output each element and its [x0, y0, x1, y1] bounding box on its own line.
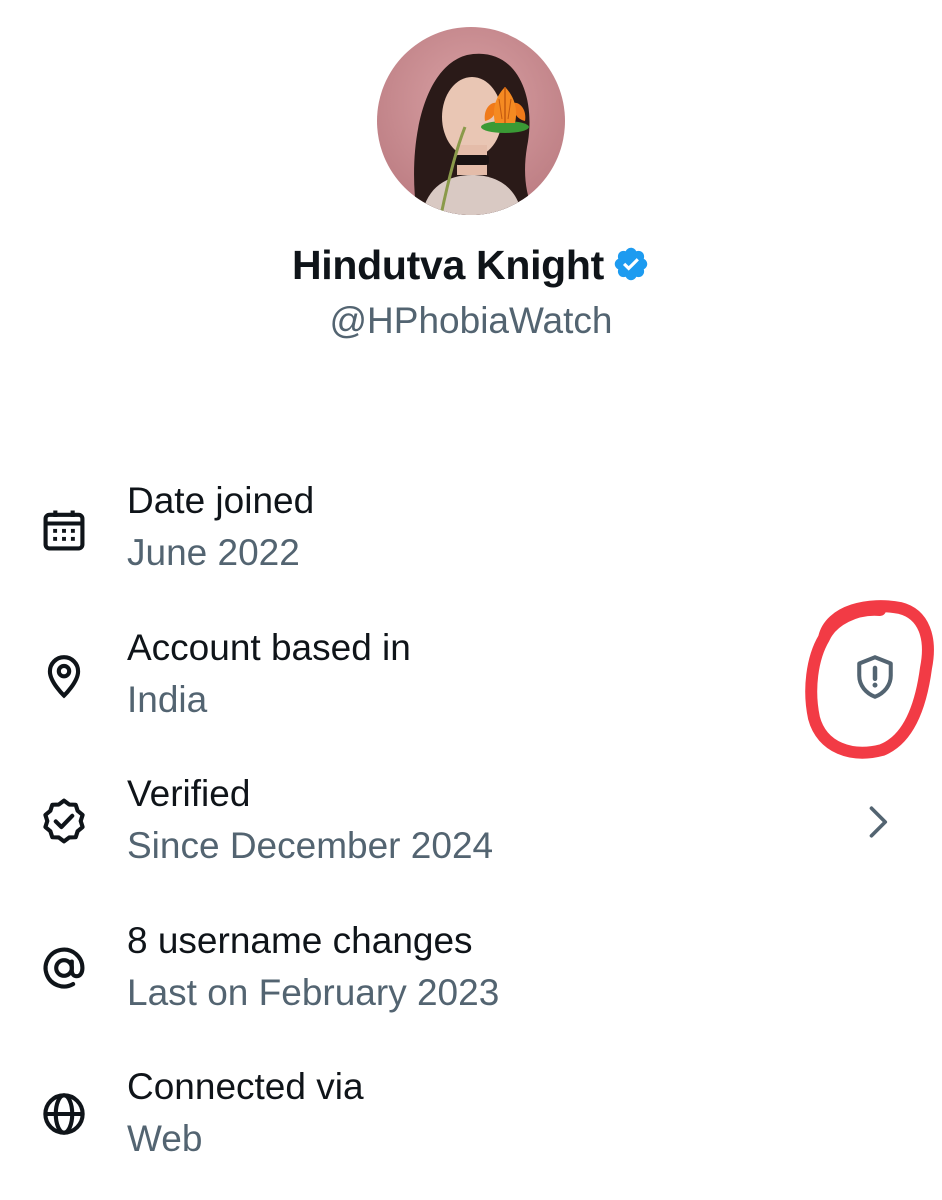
location-pin-icon — [38, 649, 90, 701]
globe-icon — [38, 1088, 90, 1140]
chevron-right-icon[interactable] — [855, 800, 899, 844]
row-title: Date joined — [127, 480, 315, 521]
verified-badge-outline-icon — [38, 795, 90, 847]
calendar-icon — [38, 504, 90, 556]
display-name: Hindutva Knight — [291, 242, 605, 288]
row-value: India — [127, 679, 208, 720]
row-value: Last on February 2023 — [127, 972, 500, 1013]
profile-handle: @HPhobiaWatch — [329, 300, 613, 341]
row-title: 8 username changes — [127, 920, 473, 961]
row-title: Verified — [127, 773, 251, 814]
row-value: Since December 2024 — [127, 825, 494, 866]
profile-name-row: Hindutva Knight — [0, 242, 942, 298]
verified-badge-icon[interactable] — [612, 245, 650, 283]
at-sign-icon — [38, 942, 90, 994]
about-row-connected-via: Connected via Web — [0, 1066, 942, 1176]
row-title: Connected via — [127, 1066, 364, 1107]
shield-alert-icon[interactable] — [848, 650, 902, 704]
about-row-username-changes: 8 username changes Last on February 2023 — [0, 920, 942, 1030]
profile-photo-icon — [377, 27, 565, 215]
row-title: Account based in — [127, 627, 411, 668]
about-row-date-joined: Date joined June 2022 — [0, 480, 942, 590]
row-value: June 2022 — [127, 532, 300, 573]
about-row-verified[interactable]: Verified Since December 2024 — [0, 773, 942, 883]
row-value: Web — [127, 1118, 203, 1159]
about-row-account-based-in: Account based in India — [0, 627, 942, 737]
profile-avatar[interactable] — [377, 27, 565, 215]
